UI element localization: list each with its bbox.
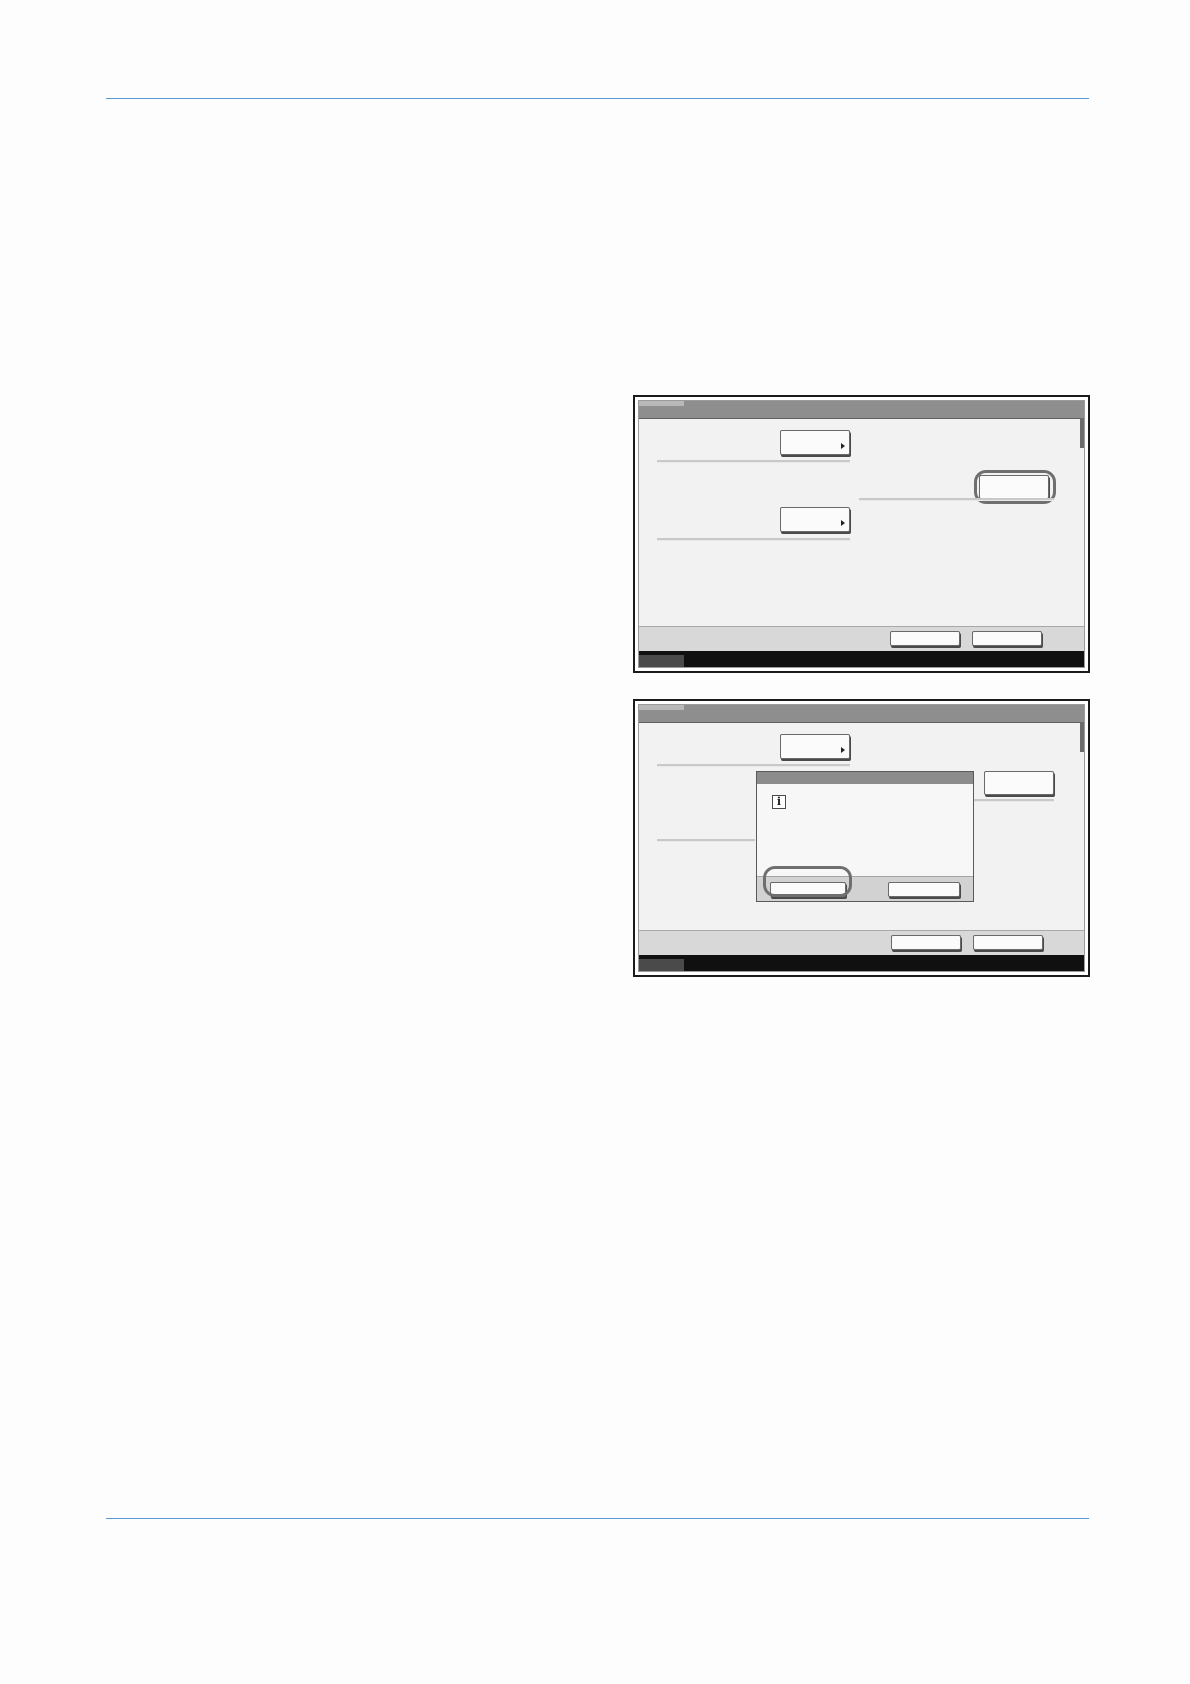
panel-screenshot-2: i [633,699,1090,977]
dialog-titlebar [757,772,973,784]
header-rule [106,98,1089,99]
status-bar [639,955,1084,971]
setting-button-1[interactable] [780,430,850,455]
highlight-ring [763,866,852,897]
row-separator [657,460,850,463]
row-separator [657,839,755,842]
footer-rule [106,1518,1089,1519]
panel-titlebar [639,401,1084,419]
bottom-button-2[interactable] [972,631,1042,646]
dialog-no-button[interactable] [888,882,960,897]
row-separator [657,764,850,767]
toggle-button[interactable] [984,771,1054,795]
status-tab [639,959,684,971]
panel-titlebar [639,705,1084,723]
status-bar [639,651,1084,667]
bottom-button-1[interactable] [890,631,960,646]
info-icon: i [772,795,786,809]
bottom-button-2[interactable] [973,935,1043,950]
bottom-bar [639,626,1084,651]
titlebar-tab [639,401,684,406]
scroll-indicator [1080,418,1084,448]
setting-button-1[interactable] [780,734,850,759]
row-separator [657,538,850,541]
scroll-indicator [1080,722,1084,752]
panel-screen [638,400,1085,668]
setting-button-2[interactable] [780,507,850,532]
panel-screenshot-1 [633,395,1090,673]
panel-screen: i [638,704,1085,972]
row-separator [859,498,1054,501]
status-tab [639,655,684,667]
titlebar-tab [639,705,684,710]
bottom-button-1[interactable] [891,935,961,950]
bottom-bar [639,930,1084,955]
